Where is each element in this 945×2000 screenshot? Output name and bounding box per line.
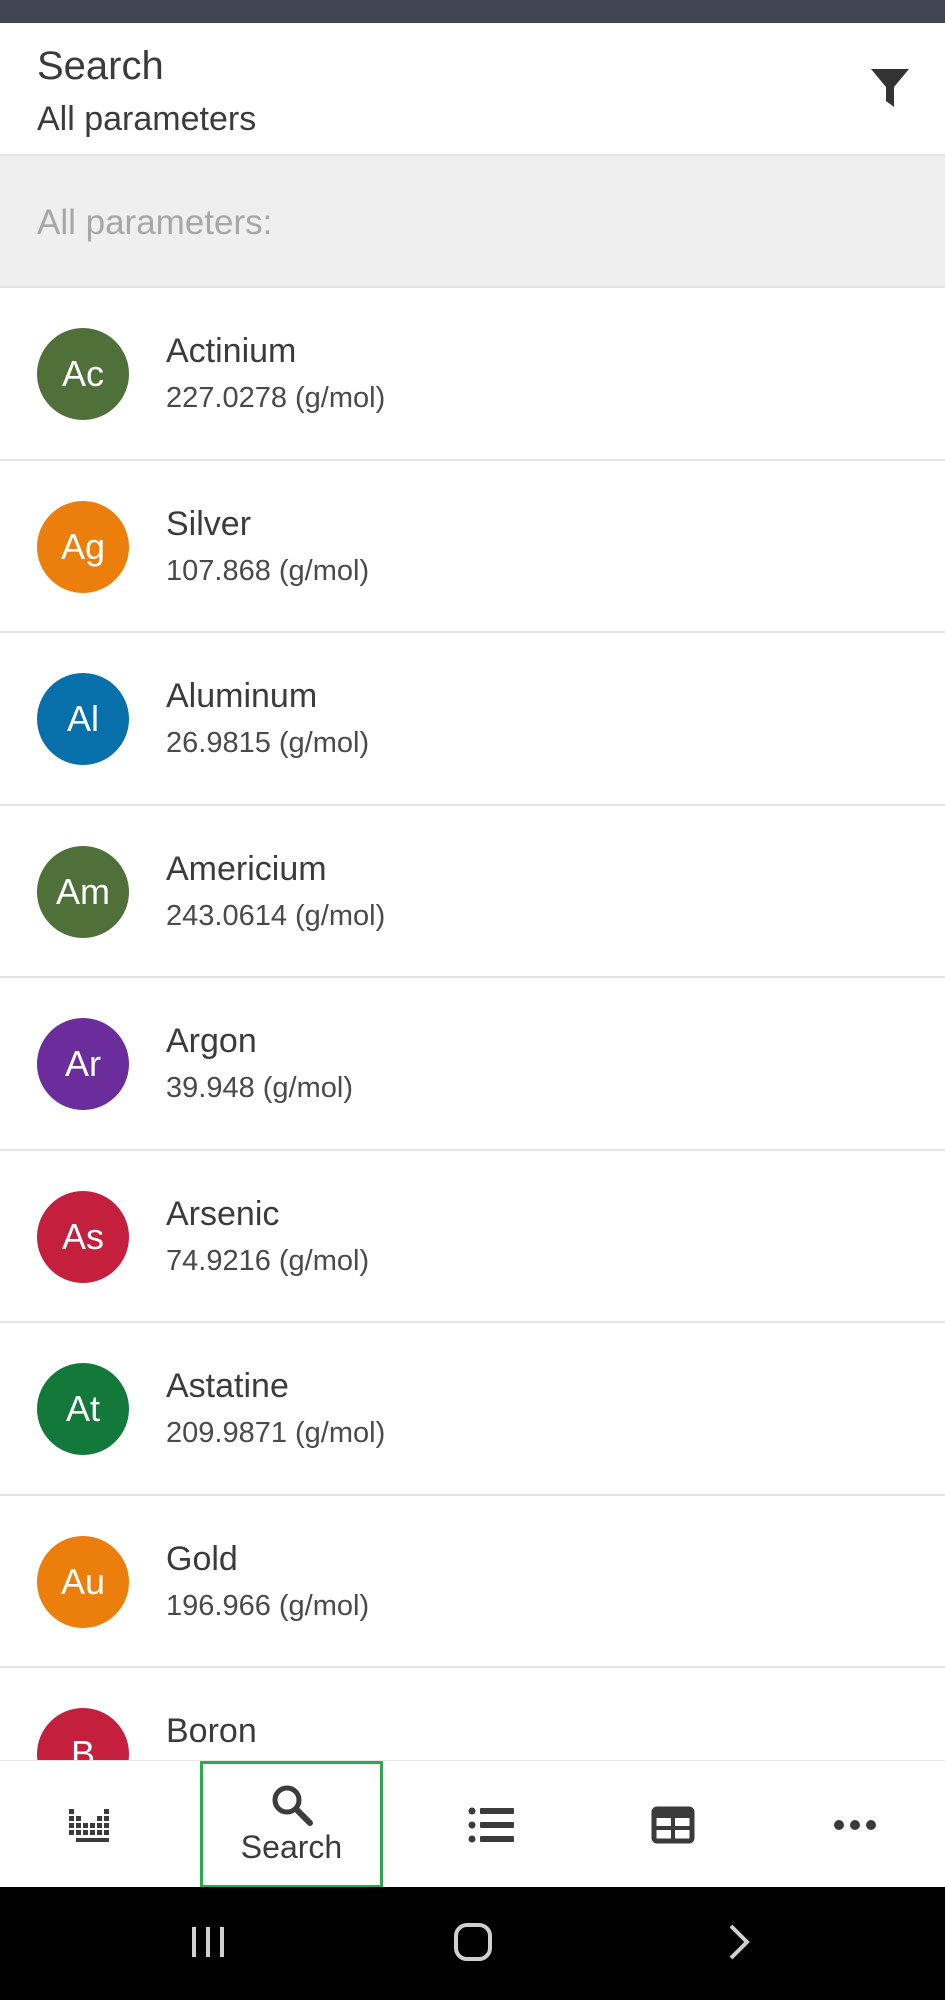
filter-icon [871,69,909,107]
list-item-americium[interactable]: Am Americium 243.0614 (g/mol) [0,806,945,978]
search-icon [272,1785,313,1826]
element-avatar: Ag [37,500,129,593]
back-button[interactable] [703,1907,773,1977]
list-item-silver[interactable]: Ag Silver 107.868 (g/mol) [0,461,945,633]
element-name: Arsenic [166,1194,280,1233]
section-label: All parameters: [37,203,273,242]
list-item-boron[interactable]: B Boron [0,1668,945,1760]
bottom-navigation: Search [0,1760,945,1888]
element-name: Americium [166,849,327,888]
element-name: Silver [166,504,252,543]
element-mass: 39.948 (g/mol) [166,1072,353,1104]
nav-search[interactable]: Search [200,1761,383,1888]
page-subtitle: All parameters [37,100,257,138]
list-item-gold[interactable]: Au Gold 196.966 (g/mol) [0,1496,945,1668]
list-item-argon[interactable]: Ar Argon 39.948 (g/mol) [0,978,945,1151]
element-mass: 26.9815 (g/mol) [166,727,370,759]
chevron-right-icon [729,1924,750,1960]
recent-apps-icon [192,1927,224,1957]
section-header: All parameters: [0,156,945,288]
element-name: Astatine [166,1367,289,1405]
list-item-astatine[interactable]: At Astatine 209.9871 (g/mol) [0,1323,945,1496]
element-avatar: B [37,1708,129,1760]
filter-button[interactable] [860,59,920,119]
home-button[interactable] [438,1907,508,1977]
element-mass: 227.0278 (g/mol) [166,382,386,414]
home-icon [454,1923,492,1961]
element-name: Gold [166,1539,238,1578]
nav-more[interactable] [764,1761,945,1888]
more-icon [833,1819,876,1830]
system-navigation-bar [0,1887,945,2000]
element-mass: 196.966 (g/mol) [166,1589,370,1622]
table-icon [651,1806,695,1843]
element-name: Argon [166,1022,257,1060]
element-mass: 243.0614 (g/mol) [166,899,386,932]
element-list[interactable]: Ac Actinium 227.0278 (g/mol) Ag Silver 1… [0,288,945,1760]
status-bar [0,0,945,23]
element-avatar: As [37,1190,129,1283]
element-name: Actinium [166,332,297,370]
list-item-actinium[interactable]: Ac Actinium 227.0278 (g/mol) [0,288,945,461]
element-name: Boron [166,1712,257,1750]
app-header: Search All parameters [0,23,945,156]
element-avatar: Ac [37,328,129,420]
nav-periodic-table[interactable] [0,1761,182,1888]
nav-list[interactable] [400,1761,582,1888]
list-icon [468,1807,514,1842]
element-avatar: Au [37,1535,129,1628]
page-title: Search [37,44,164,88]
list-item-arsenic[interactable]: As Arsenic 74.9216 (g/mol) [0,1151,945,1323]
recent-apps-button[interactable] [173,1907,243,1977]
element-avatar: Al [37,673,129,765]
element-mass: 74.9216 (g/mol) [166,1244,370,1277]
element-mass: 107.868 (g/mol) [166,554,370,587]
element-name: Aluminum [166,677,318,715]
list-item-aluminum[interactable]: Al Aluminum 26.9815 (g/mol) [0,633,945,806]
element-mass: 209.9871 (g/mol) [166,1417,386,1449]
periodic-table-icon [69,1808,109,1842]
element-avatar: At [37,1363,129,1455]
nav-search-label: Search [240,1829,343,1865]
nav-table[interactable] [582,1761,764,1888]
element-avatar: Am [37,845,129,938]
element-avatar: Ar [37,1018,129,1110]
